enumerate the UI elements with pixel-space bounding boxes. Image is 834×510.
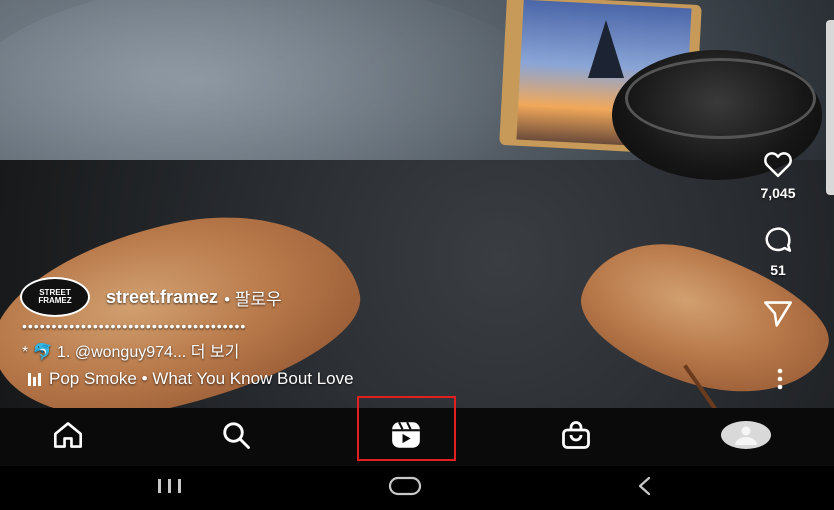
recent-apps-icon[interactable] [155,477,185,500]
back-system-button[interactable] [620,466,670,510]
home-icon[interactable] [53,421,83,454]
tab-home[interactable] [38,408,98,466]
post-caption[interactable]: * 🐬 1. @wonguy974... 더 보기 [22,338,239,362]
system-nav-bar [0,466,834,510]
more-options[interactable] [740,368,820,395]
background-lens-ring [625,58,816,139]
like-action[interactable]: 7,045 [738,150,818,201]
like-count: 7,045 [760,185,796,201]
caption-dots: •••••••••••••••••••••••••••••••••••••• [22,318,247,334]
follow-button[interactable]: • 팔로우 [224,285,282,310]
back-icon[interactable] [635,476,655,501]
tab-profile[interactable] [716,408,776,466]
recent-apps-button[interactable] [145,466,195,510]
send-icon[interactable] [762,300,794,333]
post-author-row: STREET FRAMEZ street.framez • 팔로우 [20,277,282,317]
music-info[interactable]: Pop Smoke • What You Know Bout Love [28,369,354,389]
more-vertical-icon[interactable] [777,368,783,395]
share-action[interactable] [738,300,818,333]
comment-count: 51 [770,262,786,278]
tab-shop[interactable] [546,408,606,466]
comment-action[interactable]: 51 [738,225,818,278]
home-system-button[interactable] [380,466,430,510]
reels-screen: 7,045 51 STREET FRAMEZ street.framez • 팔… [0,0,834,510]
background-eiffel-tower [588,20,624,78]
author-avatar[interactable]: STREET FRAMEZ [20,277,90,317]
heart-icon[interactable] [763,150,793,183]
music-icon [28,372,41,386]
home-system-icon[interactable] [388,476,422,501]
search-icon[interactable] [221,420,251,455]
profile-avatar[interactable] [720,420,772,455]
comment-icon[interactable] [763,225,793,260]
tab-search[interactable] [206,408,266,466]
author-username[interactable]: street.framez [106,287,218,308]
music-title: Pop Smoke • What You Know Bout Love [49,369,354,388]
reels-tab-highlight [357,396,456,461]
shop-icon[interactable] [561,420,591,455]
edge-panel-handle[interactable] [826,20,834,195]
